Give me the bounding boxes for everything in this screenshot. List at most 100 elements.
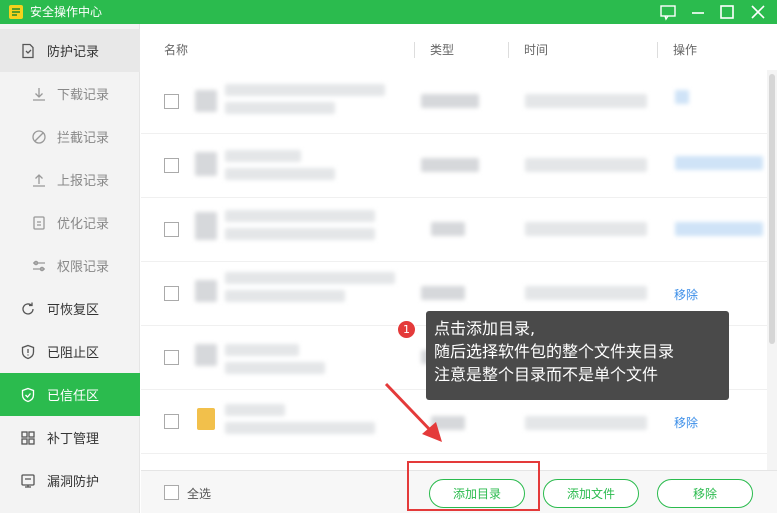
window-title: 安全操作中心: [30, 5, 103, 19]
file-time: [525, 222, 647, 236]
row-checkbox[interactable]: [164, 158, 179, 173]
action-link[interactable]: [675, 90, 689, 104]
remove-button[interactable]: 移除: [657, 479, 753, 508]
file-icon: [195, 212, 217, 240]
sidebar-item-patch-management[interactable]: 补丁管理: [0, 416, 140, 459]
document-icon: [19, 42, 37, 60]
file-name: [225, 344, 299, 356]
sidebar-item-protection-records[interactable]: 防护记录: [0, 29, 140, 72]
bug-icon: [19, 472, 37, 490]
sidebar-item-label: 上报记录: [57, 174, 110, 189]
file-type: [421, 286, 465, 300]
file-icon: [195, 152, 217, 176]
shield-check-icon: [19, 386, 37, 404]
sidebar-item-optimize-records[interactable]: 优化记录: [0, 201, 140, 244]
file-name: [225, 210, 375, 222]
shield-alert-icon: [19, 343, 37, 361]
file-icon: [195, 344, 217, 366]
sidebar-item-label: 可恢复区: [47, 303, 100, 318]
column-divider: [414, 42, 415, 58]
sidebar-item-label: 已阻止区: [47, 346, 100, 361]
sidebar-item-report-records[interactable]: 上报记录: [0, 158, 140, 201]
row-checkbox[interactable]: [164, 222, 179, 237]
maximize-icon[interactable]: [717, 2, 737, 22]
table-header: 名称 类型 时间 操作: [141, 24, 767, 70]
remove-link[interactable]: 移除: [674, 414, 698, 431]
file-name: [225, 150, 301, 162]
folder-icon: [197, 408, 215, 430]
file-path: [225, 102, 335, 114]
clipboard-icon: [30, 214, 48, 232]
sidebar-item-permission-records[interactable]: 权限记录: [0, 244, 140, 287]
file-path: [225, 168, 335, 180]
select-all-checkbox[interactable]: [164, 485, 179, 500]
file-type: [421, 94, 479, 108]
row-checkbox[interactable]: [164, 286, 179, 301]
minimize-icon[interactable]: [688, 2, 708, 22]
sidebar-item-label: 防护记录: [47, 45, 100, 60]
sidebar-item-download-records[interactable]: 下载记录: [0, 72, 140, 115]
remove-link[interactable]: 移除: [674, 286, 698, 303]
action-link[interactable]: [675, 222, 763, 236]
grid-icon: [19, 429, 37, 447]
file-time: [525, 94, 647, 108]
file-time: [525, 158, 647, 172]
file-type: [421, 158, 479, 172]
sidebar-item-label: 漏洞防护: [47, 475, 100, 490]
file-path: [225, 362, 325, 374]
table-row[interactable]: [141, 70, 767, 134]
tooltip-line: 注意是整个目录而不是单个文件: [434, 365, 659, 384]
file-icon: [195, 90, 217, 112]
title-bar: 安全操作中心: [0, 0, 777, 24]
sidebar-item-blocked[interactable]: 已阻止区: [0, 330, 140, 373]
sidebar-item-block-records[interactable]: 拦截记录: [0, 115, 140, 158]
file-time: [525, 286, 647, 300]
file-path: [225, 422, 375, 434]
table-row[interactable]: [141, 198, 767, 262]
sidebar-item-label: 下载记录: [57, 88, 110, 103]
file-path: [225, 228, 375, 240]
file-path: [225, 290, 345, 302]
tooltip-line: 随后选择软件包的整个文件夹目录: [434, 342, 675, 361]
column-time: 时间: [524, 43, 549, 57]
column-name: 名称: [164, 43, 189, 57]
feedback-icon[interactable]: [658, 2, 678, 22]
sidebar-item-label: 补丁管理: [47, 432, 100, 447]
tooltip: 点击添加目录, 随后选择软件包的整个文件夹目录 注意是整个目录而不是单个文件: [426, 311, 729, 400]
row-checkbox[interactable]: [164, 350, 179, 365]
upload-icon: [30, 171, 48, 189]
action-link[interactable]: [675, 156, 763, 170]
column-action: 操作: [673, 43, 698, 57]
select-all-label[interactable]: 全选: [187, 485, 211, 502]
file-name: [225, 272, 395, 284]
file-name: [225, 84, 385, 96]
file-time: [525, 416, 647, 430]
column-type: 类型: [430, 43, 455, 57]
column-divider: [657, 42, 658, 58]
sidebar-item-label: 权限记录: [57, 260, 110, 275]
table-row[interactable]: [141, 134, 767, 198]
highlight-box: [407, 461, 540, 511]
download-icon: [30, 85, 48, 103]
close-icon[interactable]: [748, 2, 768, 22]
row-checkbox[interactable]: [164, 414, 179, 429]
file-icon: [195, 280, 217, 302]
tooltip-line: 点击添加目录,: [434, 319, 536, 338]
sidebar: 防护记录 下载记录 拦截记录 上报记录 优化记录 权限记录 可恢复区 已阻止区 …: [0, 24, 140, 513]
sidebar-item-recoverable[interactable]: 可恢复区: [0, 287, 140, 330]
refresh-icon: [19, 300, 37, 318]
row-checkbox[interactable]: [164, 94, 179, 109]
sidebar-item-trusted[interactable]: 已信任区: [0, 373, 140, 416]
pointer-arrow-icon: [384, 382, 442, 442]
sidebar-item-label: 已信任区: [47, 389, 100, 404]
scrollbar[interactable]: [767, 70, 777, 470]
block-icon: [30, 128, 48, 146]
column-divider: [508, 42, 509, 58]
sidebar-item-vulnerability-protection[interactable]: 漏洞防护: [0, 459, 140, 502]
step-badge: 1: [397, 320, 416, 339]
app-logo-icon: [8, 4, 24, 20]
sidebar-item-label: 优化记录: [57, 217, 110, 232]
scrollbar-thumb[interactable]: [769, 74, 775, 344]
add-file-button[interactable]: 添加文件: [543, 479, 639, 508]
file-name: [225, 404, 285, 416]
